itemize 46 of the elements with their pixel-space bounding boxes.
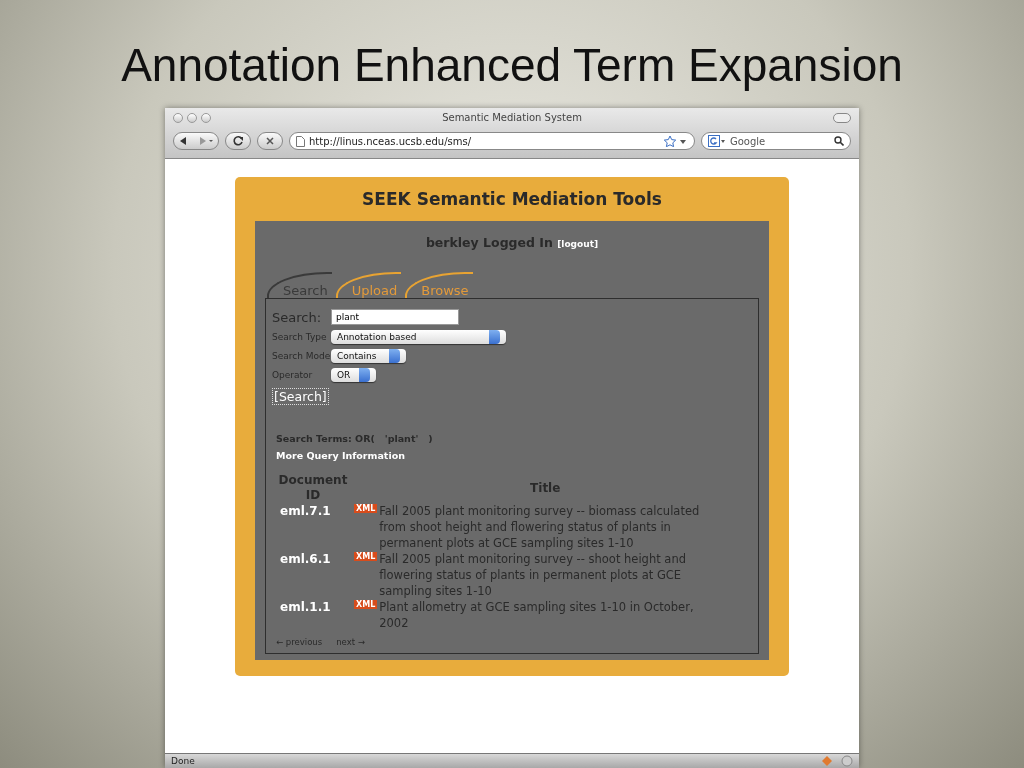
search-terms: Search Terms: OR( 'plant' ) <box>275 433 434 444</box>
xml-badge[interactable]: XML <box>354 600 378 609</box>
column-header: Document ID <box>277 473 349 503</box>
close-icon <box>265 136 275 146</box>
column-header: Title <box>529 480 562 497</box>
xml-badge[interactable]: XML <box>354 552 378 561</box>
status-text: Done <box>171 756 195 766</box>
document-title: Fall 2005 plant monitoring survey -- shoot height and flowering status of plants in permanent plots at GCE sampling sites 1-10 <box>377 551 714 599</box>
toolbar-toggle-button[interactable] <box>833 113 851 123</box>
reload-button[interactable] <box>225 132 251 150</box>
search-input[interactable]: plant <box>331 309 459 325</box>
reload-icon <box>232 135 244 147</box>
next-link[interactable]: next → <box>336 637 365 647</box>
url-text: http://linus.nceas.ucsb.edu/sms/ <box>309 135 473 147</box>
more-info-link[interactable]: More Query Information <box>272 450 405 461</box>
app-heading: SEEK Semantic Mediation Tools <box>361 188 663 211</box>
page-icon <box>296 135 305 147</box>
search-icon <box>834 136 844 146</box>
login-status: berkley Logged In [logout] <box>424 234 600 250</box>
document-title: Plant allometry at GCE sampling sites 1-10 in October, 2002 <box>377 599 714 631</box>
back-forward-button[interactable] <box>173 132 219 150</box>
back-forward-arrows-icon <box>178 136 214 146</box>
document-id-link[interactable]: eml.7.1 <box>272 503 354 551</box>
document-id-link[interactable]: eml.6.1 <box>272 551 354 599</box>
field-label: Search: <box>272 309 323 325</box>
document-title: Fall 2005 plant monitoring survey -- biomass calculated from shoot height and flowering status of plants in permanent plots at GCE sampling sites 1-10 <box>377 503 714 551</box>
zoom-button[interactable] <box>201 113 211 123</box>
search-bar[interactable]: Google <box>701 132 851 150</box>
dropdown[interactable]: OR <box>331 367 376 382</box>
minimize-button[interactable] <box>187 113 197 123</box>
dropdown[interactable]: Annotation based <box>331 329 506 344</box>
address-bar[interactable]: http://linus.nceas.ucsb.edu/sms/ <box>289 132 695 150</box>
slide-title: Annotation Enhanced Term Expansion <box>121 38 903 93</box>
search-button[interactable]: [Search] <box>272 388 329 405</box>
dropdown[interactable]: Contains <box>331 348 406 363</box>
search-engine-icon <box>708 135 726 147</box>
previous-link[interactable]: ← previous <box>276 637 323 647</box>
document-id-link[interactable]: eml.1.1 <box>272 599 354 631</box>
close-button[interactable] <box>173 113 183 123</box>
bookmark-star-icon <box>664 135 688 147</box>
logout-link[interactable]: [logout] <box>557 239 599 249</box>
window-title: Semantic Mediation System <box>442 112 582 123</box>
stop-button[interactable] <box>257 132 283 150</box>
field-label: Search Type <box>272 331 327 342</box>
xml-badge[interactable]: XML <box>354 504 378 513</box>
field-label: Operator <box>272 369 314 380</box>
